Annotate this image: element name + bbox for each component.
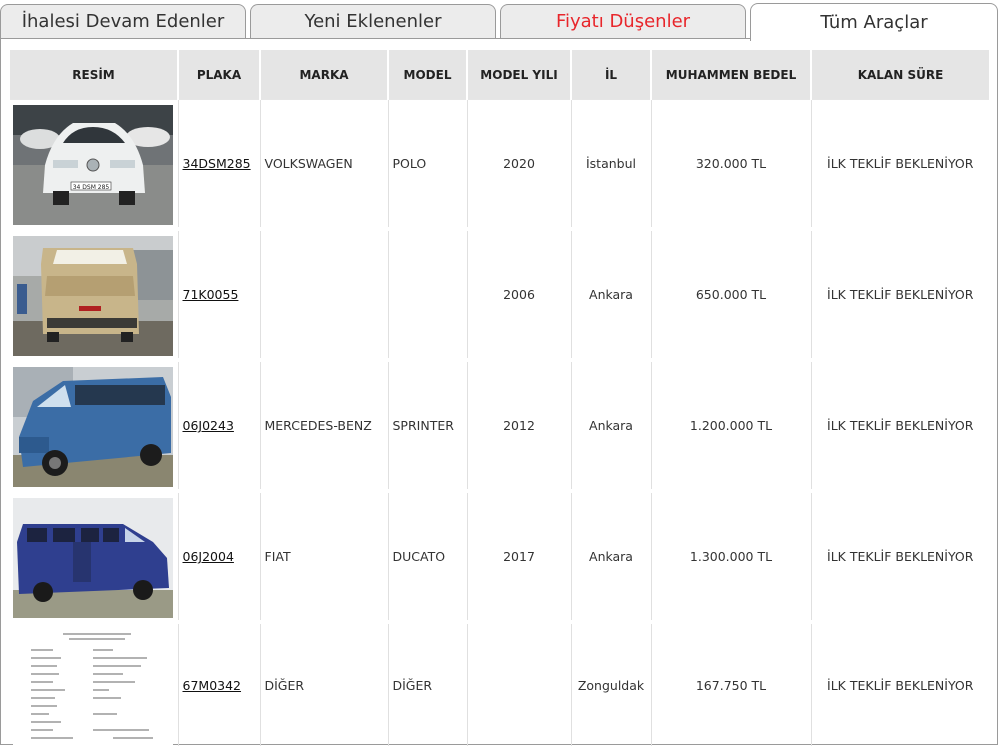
tab-ihalesi-devam-edenler[interactable]: İhalesi Devam Edenler <box>0 4 246 38</box>
tab-bar: İhalesi Devam Edenler Yeni Eklenenler Fi… <box>0 0 1005 41</box>
document-photo[interactable] <box>13 626 173 746</box>
muhammen-bedel-cell: 1.300.000 TL <box>651 490 812 624</box>
photo-cell[interactable] <box>10 490 179 624</box>
table-row[interactable]: 06J0243 MERCEDES-BENZ SPRINTER 2012 Anka… <box>10 359 989 493</box>
marka-cell: VOLKSWAGEN <box>260 99 389 231</box>
photo-cell[interactable] <box>10 228 179 362</box>
photo-cell[interactable] <box>10 621 179 750</box>
table-row[interactable]: 67M0342 DİĞER DİĞER Zonguldak 167.750 TL… <box>10 621 989 750</box>
marka-cell <box>260 228 389 362</box>
tab-yeni-eklenenler[interactable]: Yeni Eklenenler <box>250 4 496 38</box>
muhammen-bedel-cell: 650.000 TL <box>651 228 812 362</box>
plaka-cell: 06J2004 <box>178 490 261 624</box>
tab-fiyati-dusenler[interactable]: Fiyatı Düşenler <box>500 4 746 38</box>
header-resim[interactable]: RESİM <box>10 50 178 100</box>
photo-cell[interactable]: 34 DSM 285 <box>10 99 179 231</box>
plaka-cell: 67M0342 <box>178 621 261 750</box>
table-row[interactable]: 71K0055 2006 Ankara 650.000 TL İLK TEKLİ… <box>10 228 989 362</box>
marka-cell: MERCEDES-BENZ <box>260 359 389 493</box>
model-cell: DUCATO <box>388 490 468 624</box>
table-row[interactable]: 06J2004 FIAT DUCATO 2017 Ankara 1.300.00… <box>10 490 989 624</box>
model-cell: SPRINTER <box>388 359 468 493</box>
plaka-cell: 71K0055 <box>178 228 261 362</box>
header-model[interactable]: MODEL <box>387 50 467 100</box>
plaka-cell: 06J0243 <box>178 359 261 493</box>
plaka-link[interactable]: 71K0055 <box>183 287 239 302</box>
il-cell: Zonguldak <box>571 621 652 750</box>
model-cell <box>388 228 468 362</box>
model-yili-cell: 2012 <box>467 359 572 493</box>
vehicle-photo-mercedes-sprinter[interactable] <box>13 366 173 487</box>
muhammen-bedel-cell: 167.750 TL <box>651 621 812 750</box>
header-marka[interactable]: MARKA <box>259 50 388 100</box>
header-kalan-sure[interactable]: KALAN SÜRE <box>810 50 989 100</box>
kalan-sure-cell: İLK TEKLİF BEKLENİYOR <box>811 228 989 362</box>
tab-tum-araclar[interactable]: Tüm Araçlar <box>750 3 998 41</box>
plaka-link[interactable]: 34DSM285 <box>183 156 251 171</box>
kalan-sure-cell: İLK TEKLİF BEKLENİYOR <box>811 621 989 750</box>
header-plaka[interactable]: PLAKA <box>177 50 260 100</box>
marka-cell: DİĞER <box>260 621 389 750</box>
model-yili-cell: 2006 <box>467 228 572 362</box>
marka-cell: FIAT <box>260 490 389 624</box>
header-muhammen-bedel[interactable]: MUHAMMEN BEDEL <box>650 50 811 100</box>
plaka-link[interactable]: 67M0342 <box>183 678 242 693</box>
plaka-link[interactable]: 06J0243 <box>183 418 234 433</box>
model-cell: POLO <box>388 99 468 231</box>
vehicle-photo-volkswagen-polo[interactable]: 34 DSM 285 <box>13 104 173 225</box>
photo-plate-text: 34 DSM 285 <box>73 184 110 191</box>
header-il[interactable]: İL <box>570 50 651 100</box>
table-row[interactable]: 34 DSM 285 34DSM285 VOLKSWAGEN POLO 2020… <box>10 99 989 231</box>
il-cell: Ankara <box>571 490 652 624</box>
model-yili-cell: 2020 <box>467 99 572 231</box>
il-cell: Ankara <box>571 359 652 493</box>
photo-cell[interactable] <box>10 359 179 493</box>
il-cell: İstanbul <box>571 99 652 231</box>
vehicle-list-panel: RESİM PLAKA MARKA MODEL MODEL YILI İL MU… <box>0 38 998 750</box>
kalan-sure-cell: İLK TEKLİF BEKLENİYOR <box>811 490 989 624</box>
vehicle-table: RESİM PLAKA MARKA MODEL MODEL YILI İL MU… <box>10 50 989 750</box>
model-yili-cell: 2017 <box>467 490 572 624</box>
vehicle-photo-minibus-beige[interactable] <box>13 235 173 356</box>
plaka-link[interactable]: 06J2004 <box>183 549 234 564</box>
plaka-cell: 34DSM285 <box>178 99 261 231</box>
header-model-yili[interactable]: MODEL YILI <box>466 50 571 100</box>
vehicle-photo-fiat-ducato[interactable] <box>13 497 173 618</box>
il-cell: Ankara <box>571 228 652 362</box>
model-cell: DİĞER <box>388 621 468 750</box>
table-header-row: RESİM PLAKA MARKA MODEL MODEL YILI İL MU… <box>10 50 989 100</box>
muhammen-bedel-cell: 320.000 TL <box>651 99 812 231</box>
kalan-sure-cell: İLK TEKLİF BEKLENİYOR <box>811 359 989 493</box>
kalan-sure-cell: İLK TEKLİF BEKLENİYOR <box>811 99 989 231</box>
model-yili-cell <box>467 621 572 750</box>
muhammen-bedel-cell: 1.200.000 TL <box>651 359 812 493</box>
